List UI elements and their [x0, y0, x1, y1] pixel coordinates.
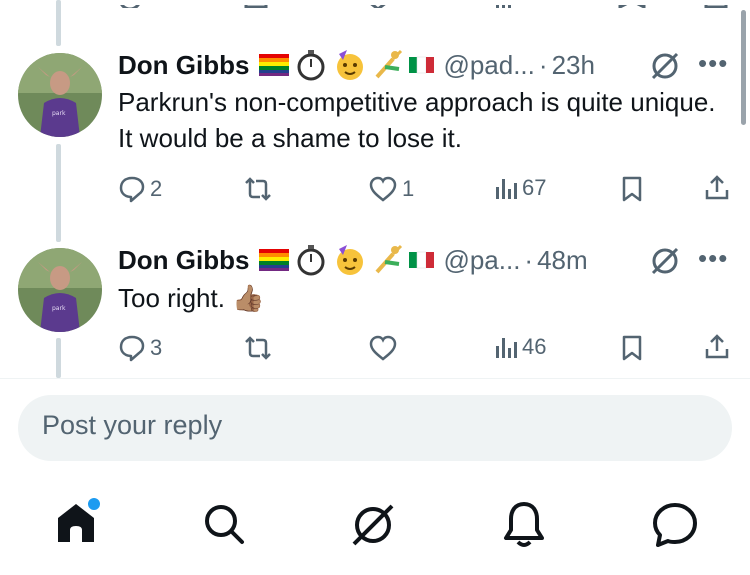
italy-flag-icon — [409, 56, 435, 74]
reply-count: 3 — [150, 335, 163, 360]
messages-icon — [653, 503, 697, 547]
repost-button[interactable] — [244, 334, 276, 362]
avatar-image: park — [18, 53, 102, 137]
thread-line — [56, 338, 61, 378]
previous-actions-icons — [118, 0, 728, 8]
reply-button[interactable]: 2 — [118, 175, 162, 203]
name-emojis — [259, 48, 435, 82]
views-count: 67 — [522, 175, 547, 200]
tweet-header: Don Gibbs — [118, 48, 595, 82]
nav-messages[interactable] — [652, 502, 698, 553]
views-button[interactable]: 46 — [494, 334, 546, 360]
avatar-image: park — [18, 248, 102, 332]
rainbow-flag-icon — [259, 54, 290, 76]
svg-text:park: park — [52, 305, 66, 312]
display-name[interactable]: Don Gibbs — [118, 50, 249, 81]
partying-face-icon — [337, 245, 364, 275]
more-options-icon[interactable]: ••• — [698, 48, 728, 79]
previous-tweet-actions — [0, 0, 750, 8]
thread-line — [56, 144, 61, 242]
repost-icon — [245, 177, 271, 201]
repost-icon — [245, 336, 271, 360]
like-button[interactable]: 1 — [368, 175, 414, 203]
cartwheel-icon — [375, 244, 403, 274]
stopwatch-icon — [297, 245, 325, 276]
scrollbar[interactable] — [741, 10, 746, 125]
display-name[interactable]: Don Gibbs — [118, 245, 249, 276]
views-button[interactable]: 67 — [494, 175, 546, 201]
reply-button[interactable]: 3 — [118, 334, 162, 362]
search-icon — [205, 505, 244, 544]
heart-icon — [369, 176, 397, 202]
timestamp[interactable]: 48m — [537, 245, 588, 276]
grok-icon[interactable] — [650, 51, 680, 81]
separator: · — [538, 49, 548, 80]
italy-flag-icon — [409, 251, 435, 269]
tweet-header: Don Gibbs — [118, 243, 588, 277]
partying-face-icon — [337, 50, 364, 80]
nav-notifications[interactable] — [502, 500, 546, 553]
share-icon[interactable] — [704, 174, 730, 202]
grok-icon[interactable] — [650, 246, 680, 276]
nav-grok[interactable] — [348, 500, 398, 555]
divider — [0, 378, 750, 379]
views-icon — [496, 179, 517, 199]
reply-icon — [119, 335, 145, 362]
bookmark-icon[interactable] — [620, 334, 644, 362]
nav-home[interactable] — [54, 496, 102, 551]
handle[interactable]: @pad... — [443, 50, 534, 81]
thread-line — [56, 0, 61, 46]
notifications-icon — [504, 502, 544, 547]
separator: · — [524, 244, 534, 275]
tweet-text: Parkrun's non-competitive approach is qu… — [118, 87, 716, 153]
like-button[interactable] — [368, 334, 402, 362]
more-options-icon[interactable]: ••• — [698, 243, 728, 274]
name-emojis — [259, 243, 435, 277]
handle[interactable]: @pa... — [443, 245, 520, 276]
reply-input[interactable]: Post your reply — [18, 395, 732, 461]
reply-icon — [119, 176, 145, 203]
reply-placeholder: Post your reply — [42, 410, 223, 440]
nav-search[interactable] — [202, 502, 246, 551]
rainbow-flag-icon — [259, 249, 290, 271]
timestamp[interactable]: 23h — [552, 50, 595, 81]
views-count: 46 — [522, 334, 547, 359]
stopwatch-icon — [297, 50, 325, 81]
avatar[interactable]: park — [18, 248, 102, 332]
reply-count: 2 — [150, 176, 163, 201]
heart-icon — [369, 335, 397, 361]
tweet-text: Too right. 👍🏽 — [118, 283, 265, 313]
notification-dot — [86, 496, 102, 512]
svg-text:park: park — [52, 110, 66, 117]
cartwheel-icon — [375, 49, 403, 79]
grok-icon — [352, 504, 394, 546]
bookmark-icon[interactable] — [620, 175, 644, 203]
like-count: 1 — [402, 176, 415, 201]
avatar[interactable]: park — [18, 53, 102, 137]
views-icon — [496, 338, 517, 358]
share-icon[interactable] — [704, 333, 730, 361]
repost-button[interactable] — [244, 175, 276, 203]
